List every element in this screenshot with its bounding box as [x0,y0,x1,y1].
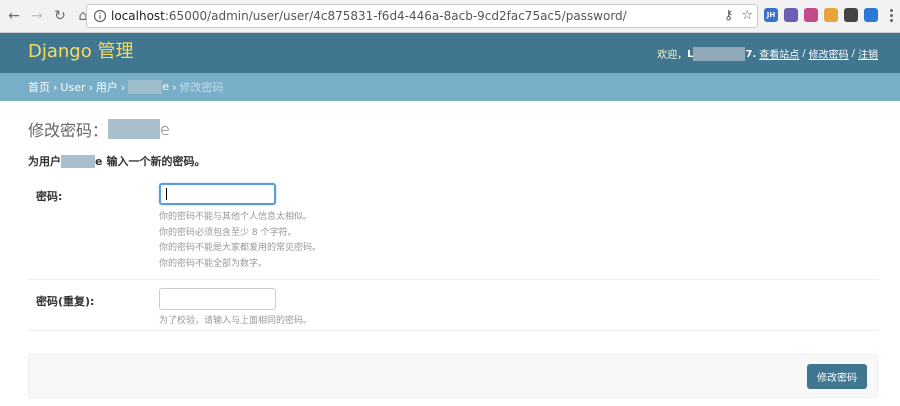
logout-link[interactable]: 注销 [858,46,878,61]
separator: / [851,48,855,59]
breadcrumb-arrow: › [53,80,58,94]
password2-row: 密码(重复): 为了校验，请输入与上面相同的密码。 [28,281,878,331]
browser-extension-icon[interactable] [864,8,878,22]
password2-help: 为了校验，请输入与上面相同的密码。 [159,316,313,326]
password2-label: 密码(重复): [36,295,95,308]
bookmark-star-icon[interactable]: ☆ [741,8,753,24]
user-tools: 欢迎， L 7. 查看站点 / 修改密码 / 注销 [657,46,878,61]
info-icon[interactable] [93,9,107,23]
browser-extension-icon[interactable] [824,8,838,22]
breadcrumb: 首页 › User › 用户 › e › 修改密码 [0,73,900,101]
url-host: localhost [111,9,165,23]
browser-extension-icon[interactable] [844,8,858,22]
browser-extension-icon[interactable] [784,8,798,22]
password1-row: 密码: 你的密码不能与其他个人信息太相似。 你的密码必须包含至少 8 个字符。 … [28,172,878,280]
back-icon[interactable]: ← [5,7,23,25]
submit-row: 修改密码 [28,354,878,398]
url-path: :65000/admin/user/user/4c875831-f6d4-446… [164,9,627,23]
breadcrumb-current: 修改密码 [179,81,224,94]
password2-input[interactable] [159,288,276,310]
forward-icon[interactable]: → [28,7,46,25]
site-header: Django 管理 欢迎， L 7. 查看站点 / 修改密码 / 注销 [0,33,900,73]
breadcrumb-object[interactable]: e [128,80,169,94]
breadcrumb-arrow: › [88,80,93,94]
redacted-block [128,80,163,94]
password1-input[interactable] [159,183,276,205]
redacted-block [61,154,95,168]
password-help-item: 你的密码不能全部为数字。 [159,258,268,269]
breadcrumb-arrow: › [172,80,177,94]
password1-label: 密码: [36,190,63,203]
browser-extension-icon[interactable]: JH [764,8,778,22]
username: L 7. [687,46,757,61]
extensions-area: JH [764,8,878,22]
breadcrumb-model[interactable]: 用户 [96,79,118,95]
password-help-item: 你的密码必须包含至少 8 个字符。 [159,227,297,238]
breadcrumb-home[interactable]: 首页 [28,79,50,95]
redacted-block [693,46,746,61]
separator: / [802,48,806,59]
browser-menu-icon[interactable] [890,9,894,24]
page-title: 修改密码： e [28,119,170,140]
browser-toolbar: ← → ↻ ⌂ localhost:65000/admin/user/user/… [0,0,900,33]
site-branding[interactable]: Django 管理 [28,41,133,63]
change-password-link[interactable]: 修改密码 [809,46,849,61]
browser-extension-icon[interactable] [804,8,818,22]
change-password-button[interactable]: 修改密码 [807,364,867,389]
reload-icon[interactable]: ↻ [51,7,69,25]
redacted-block [108,119,161,139]
password1-help-list: 你的密码不能与其他个人信息太相似。 你的密码必须包含至少 8 个字符。 你的密码… [159,210,321,272]
url-text: localhost:65000/admin/user/user/4c875831… [111,9,627,23]
view-site-link[interactable]: 查看站点 [759,46,799,61]
text-cursor [166,188,167,200]
password-help-item: 你的密码不能与其他个人信息太相似。 [159,212,313,222]
welcome-text: 欢迎， [657,50,688,61]
password-help-item: 你的密码不能是大家都爱用的常见密码。 [159,243,322,253]
key-icon[interactable]: ⚷ [724,8,734,24]
address-bar[interactable]: localhost:65000/admin/user/user/4c875831… [86,4,758,28]
intro-text: 为用户 e 输入一个新的密码。 [28,154,206,168]
breadcrumb-arrow: › [120,80,126,94]
breadcrumb-app[interactable]: User [60,81,85,94]
